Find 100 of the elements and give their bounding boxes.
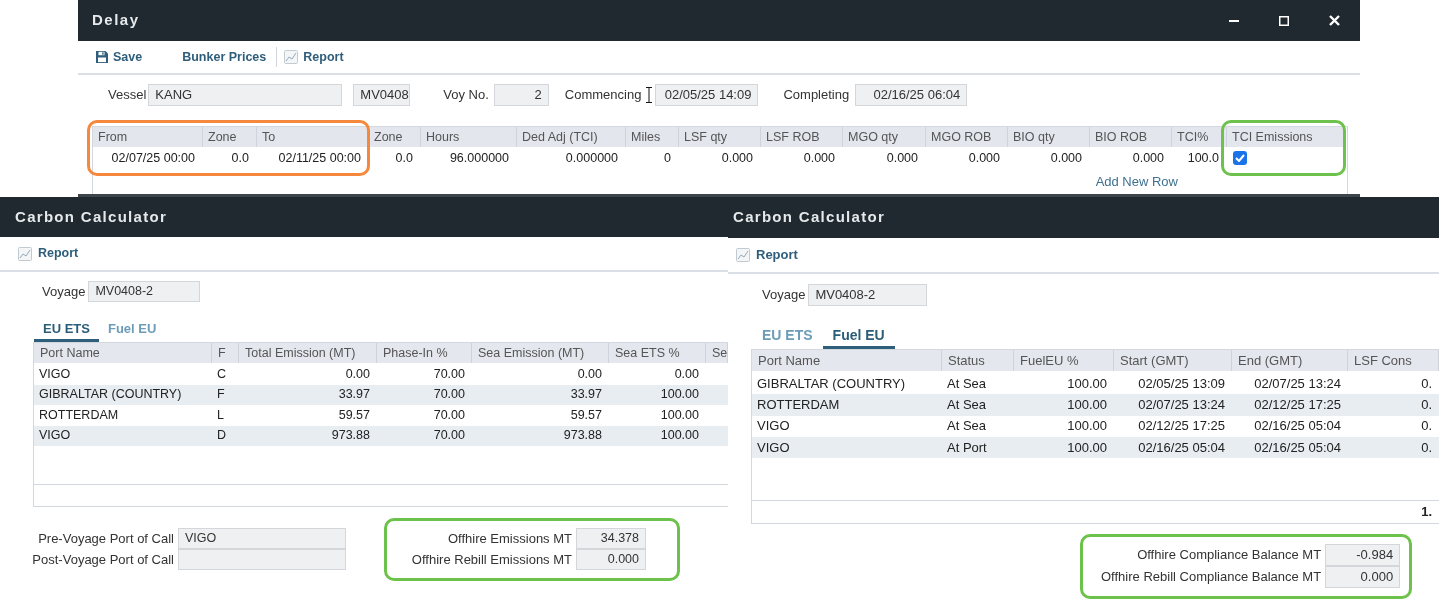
table-cell-text: 02/16/25 05:04: [1137, 438, 1226, 457]
column-header: Sea ETS %: [609, 343, 706, 363]
field-label: Offhire Rebill Emissions MT: [411, 550, 572, 569]
input-field[interactable]: -0.984: [1325, 544, 1401, 567]
column-header: From: [93, 127, 203, 147]
table-cell-text: ROTTERDAM: [38, 406, 120, 424]
table-cell-text: 02/05/25 13:09: [1137, 374, 1226, 393]
window-title: Delay: [92, 10, 140, 31]
input-field[interactable]: 0.000: [1325, 566, 1401, 589]
table-cell-text: D: [216, 427, 228, 445]
column-header: LSF Cons: [1348, 350, 1439, 371]
minimize-icon: [1229, 19, 1239, 22]
input-field[interactable]: 02/16/25 06:04: [855, 84, 968, 106]
table-cell-text: 59.57: [337, 406, 371, 424]
column-header: Port Name: [752, 350, 942, 371]
field-label: Offhire Compliance Balance MT: [1137, 546, 1322, 565]
close-icon: [1329, 15, 1340, 26]
table-cell-text: 973.88: [330, 427, 371, 445]
table-cell-text: At Sea: [946, 374, 988, 393]
column-header: Hours: [421, 127, 517, 147]
table-cell-text: VIGO: [38, 365, 72, 383]
line-chart-icon: [18, 246, 32, 261]
input-field[interactable]: MV0408: [353, 84, 411, 106]
table-cell-text: 02/12/25 17:25: [1253, 396, 1342, 415]
column-header: TCI%: [1172, 127, 1227, 147]
table-cell-text: 100.00: [659, 406, 700, 424]
column-header: BIO ROB: [1090, 127, 1172, 147]
table-cell-text: 0.0: [230, 149, 250, 167]
table-cell-text: 0.000: [885, 149, 919, 167]
column-header: F: [212, 343, 239, 363]
column-header: To: [257, 127, 369, 147]
table-cell-text: 33.97: [569, 386, 603, 404]
input-field[interactable]: MV0408-2: [808, 284, 928, 306]
add-row-link[interactable]: Add New Row: [1095, 172, 1178, 192]
input-field[interactable]: KANG: [148, 84, 343, 106]
table-cell-text: 0.000: [1131, 149, 1165, 167]
table-cell-text: At Sea: [946, 396, 988, 415]
table-cell-text: 70.00: [432, 406, 466, 424]
table-cell-text: 0.: [1420, 396, 1433, 415]
field-label: Voyage: [42, 282, 86, 301]
table-cell-text: L: [216, 406, 225, 424]
table-cell-text: ROTTERDAM: [756, 396, 841, 415]
report-button[interactable]: Report: [18, 244, 79, 263]
table-cell-text: 59.57: [569, 406, 603, 424]
field-label: Vessel: [108, 86, 147, 105]
table-cell-text: C: [216, 365, 228, 383]
text-cursor-icon: [646, 87, 653, 103]
column-header: Total Emission (MT): [239, 343, 377, 363]
table-cell-text: 02/07/25 00:00: [110, 149, 196, 167]
table-cell-text: 0.0: [394, 149, 414, 167]
table-cell-text: 0.000000: [564, 149, 619, 167]
table-cell-text: VIGO: [756, 417, 791, 436]
table-cell-text: 100.00: [1066, 438, 1108, 457]
input-field[interactable]: VIGO: [178, 528, 346, 549]
save-button[interactable]: Save: [96, 47, 143, 67]
window-title: Carbon Calculator: [733, 207, 886, 228]
field-label: Offhire Rebill Compliance Balance MT: [1101, 568, 1322, 587]
table-cell-text: 100.00: [1066, 417, 1108, 436]
table-cell-text: 0.00: [576, 365, 603, 383]
table-cell-text: 02/12/25 17:25: [1137, 417, 1226, 436]
column-header: LSF ROB: [761, 127, 843, 147]
table-cell-text: F: [216, 386, 226, 404]
column-header: Port Name: [34, 343, 212, 363]
column-header: Start (GMT): [1114, 350, 1232, 371]
field-label: Voyage: [762, 286, 806, 305]
checkmark-icon: [1235, 154, 1245, 162]
field-label: Post-Voyage Port of Call: [32, 550, 174, 569]
field-label: Completing: [783, 86, 850, 105]
table-cell-text: 0.000: [967, 149, 1001, 167]
report-button[interactable]: Report: [284, 47, 344, 67]
table-cell-text: VIGO: [38, 427, 72, 445]
input-field[interactable]: MV0408-2: [88, 281, 201, 302]
table-cell-text: 70.00: [432, 386, 466, 404]
line-chart-icon: [284, 50, 299, 64]
table-cell-text: 100.00: [659, 427, 700, 445]
input-field[interactable]: 0.000: [576, 549, 646, 570]
table-cell-text: 02/07/25 13:24: [1253, 374, 1342, 393]
column-header: Sea Emission (MT): [472, 343, 609, 363]
field-label: Voy No.: [443, 86, 489, 105]
table-cell-text: 33.97: [337, 386, 371, 404]
window-title: Carbon Calculator: [15, 206, 168, 227]
table-cell-text: 02/07/25 13:24: [1137, 396, 1226, 415]
toolbar-button[interactable]: Bunker Prices: [182, 47, 267, 67]
table-cell-text: 02/16/25 05:04: [1253, 438, 1342, 457]
field-label: Offhire Emissions MT: [448, 529, 572, 548]
checkbox[interactable]: [1233, 151, 1247, 165]
table-cell-text: 100.00: [1066, 374, 1108, 393]
report-button[interactable]: Report: [736, 245, 798, 265]
column-header: LSF qty: [679, 127, 761, 147]
input-field[interactable]: [178, 549, 346, 570]
field-label: Pre-Voyage Port of Call: [38, 529, 174, 548]
column-header: Miles: [626, 127, 679, 147]
table-cell-text: 0.000: [720, 149, 754, 167]
column-header: MGO ROB: [926, 127, 1008, 147]
input-field[interactable]: 34.378: [576, 528, 646, 549]
column-header: Phase-In %: [377, 343, 472, 363]
column-header: Zone: [203, 127, 257, 147]
input-field[interactable]: 2: [493, 84, 549, 106]
input-field[interactable]: 02/05/25 14:09: [655, 84, 759, 106]
column-header: Se: [706, 343, 728, 363]
